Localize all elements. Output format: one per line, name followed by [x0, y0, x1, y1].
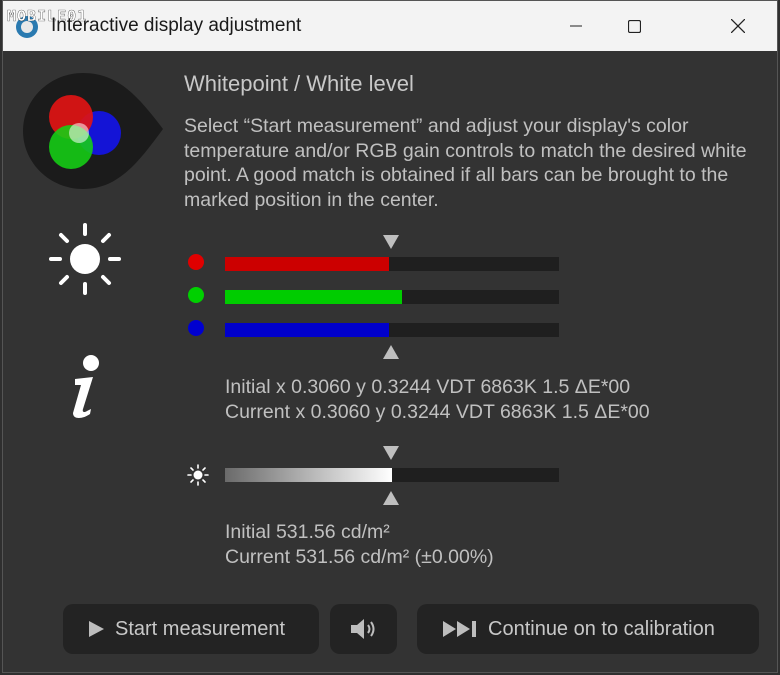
start-measurement-button[interactable]: Start measurement [63, 604, 319, 654]
red-gain-fill [225, 257, 389, 271]
target-marker-top [383, 235, 399, 249]
info-icon [73, 355, 99, 418]
minimize-icon [570, 25, 582, 27]
window-title: Interactive display adjustment [51, 15, 302, 36]
luminance-current-readout: Current 531.56 cd/m² (±0.00%) [225, 546, 494, 568]
continue-calibration-label: Continue on to calibration [488, 617, 715, 640]
close-icon [731, 19, 745, 33]
luminance-initial-readout: Initial 531.56 cd/m² [225, 521, 390, 543]
luminance-bar [225, 468, 559, 482]
sound-toggle-button[interactable] [330, 604, 397, 654]
maximize-icon [627, 19, 641, 33]
instructions-text: Select “Start measurement” and adjust yo… [184, 115, 747, 211]
whitepoint-initial-readout: Initial x 0.3060 y 0.3244 VDT 6863K 1.5 … [225, 376, 631, 398]
green-gain-bar [225, 290, 559, 304]
minimize-button[interactable] [547, 1, 605, 51]
whitepoint-current-readout: Current x 0.3060 y 0.3244 VDT 6863K 1.5 … [225, 401, 650, 423]
blue-dot [188, 320, 204, 336]
speaker-icon [350, 619, 374, 639]
skip-forward-icon [443, 621, 476, 637]
blue-gain-bar [225, 323, 559, 337]
red-dot [188, 254, 204, 270]
maximize-button[interactable] [605, 1, 663, 51]
target-marker-bottom [383, 345, 399, 359]
brightness-icon [49, 223, 121, 295]
start-measurement-label: Start measurement [115, 617, 286, 640]
continue-calibration-button[interactable]: Continue on to calibration [417, 604, 759, 654]
display-adjustment-window: MOBILE01 Interactive display adjustment [2, 0, 778, 673]
green-gain-fill [225, 290, 403, 304]
green-dot [188, 287, 204, 303]
rgb-color-icon [23, 73, 163, 189]
luminance-fill [225, 468, 392, 482]
blue-gain-fill [225, 323, 389, 337]
small-brightness-icon [187, 464, 209, 486]
play-icon [89, 621, 104, 637]
red-gain-bar [225, 257, 559, 271]
titlebar[interactable]: MOBILE01 Interactive display adjustment [3, 1, 777, 51]
close-button[interactable] [709, 1, 767, 51]
section-heading: Whitepoint / White level [184, 71, 414, 96]
luminance-target-marker-bottom [383, 491, 399, 505]
luminance-target-marker-top [383, 446, 399, 460]
